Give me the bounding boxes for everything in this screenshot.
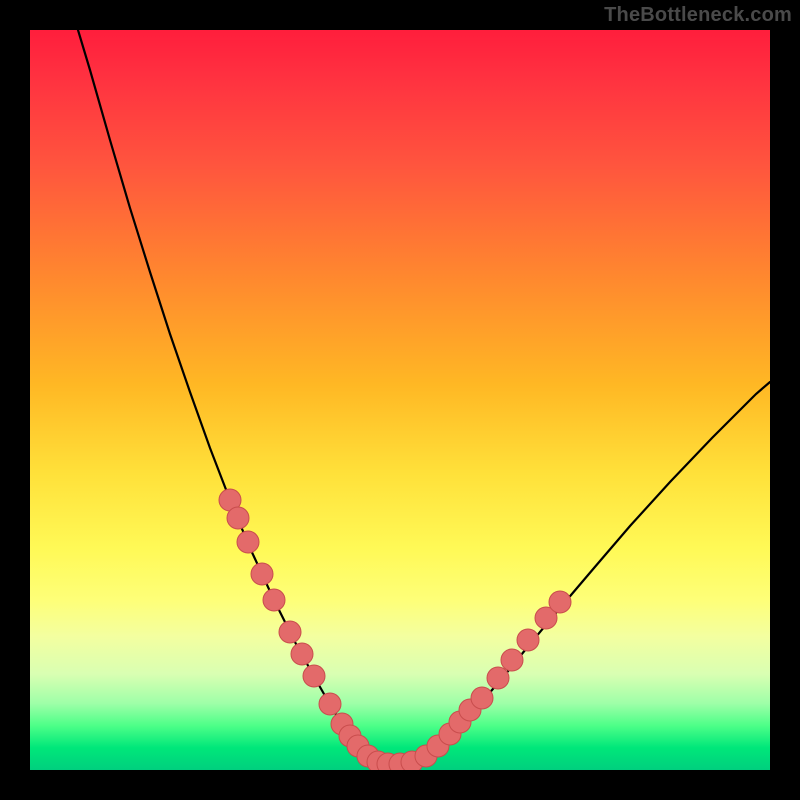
curve-marker <box>303 665 325 687</box>
curve-marker <box>471 687 493 709</box>
curve-marker <box>487 667 509 689</box>
curve-marker <box>331 713 353 735</box>
plot-area <box>30 30 770 770</box>
curve-marker <box>389 753 411 770</box>
curve-marker <box>535 607 557 629</box>
curve-marker <box>279 621 301 643</box>
curve-marker <box>439 723 461 745</box>
curve-marker <box>517 629 539 651</box>
curve-marker <box>263 589 285 611</box>
curve-marker <box>415 745 437 767</box>
curve-marker <box>427 735 449 757</box>
marker-layer <box>219 489 571 770</box>
curve-marker <box>549 591 571 613</box>
curve-marker <box>319 693 341 715</box>
watermark-text: TheBottleneck.com <box>604 4 792 27</box>
curve-marker <box>227 507 249 529</box>
curve-marker <box>449 711 471 733</box>
curve-marker <box>401 751 423 770</box>
curve-marker <box>501 649 523 671</box>
curve-marker <box>459 699 481 721</box>
curve-marker <box>357 745 379 767</box>
curve-marker <box>251 563 273 585</box>
curve-marker <box>339 725 361 747</box>
curve-marker <box>237 531 259 553</box>
curve-path <box>78 30 770 764</box>
curve-marker <box>347 735 369 757</box>
bottleneck-curve <box>30 30 770 770</box>
curve-marker <box>367 751 389 770</box>
curve-marker <box>219 489 241 511</box>
curve-marker <box>291 643 313 665</box>
chart-frame: TheBottleneck.com <box>0 0 800 800</box>
curve-marker <box>377 753 399 770</box>
